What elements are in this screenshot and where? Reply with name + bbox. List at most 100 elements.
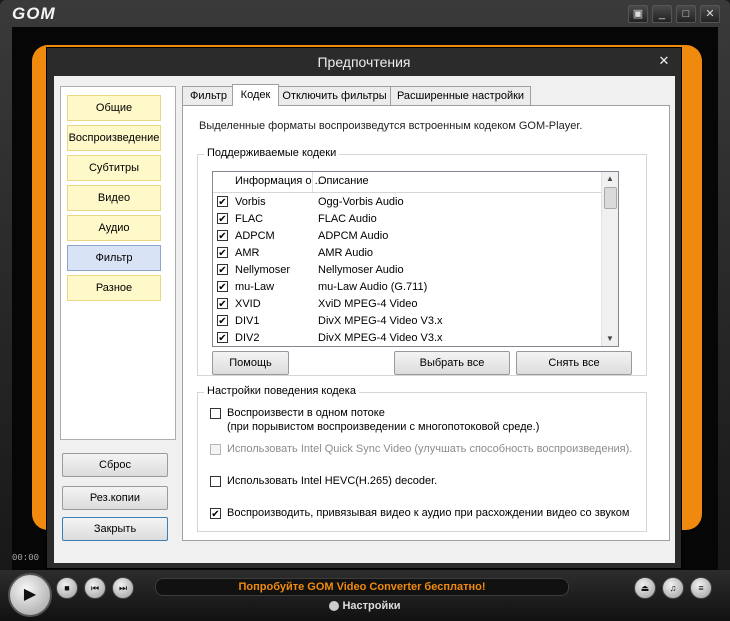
codec-name: mu-Law [235,281,275,293]
codec-name: Vorbis [235,196,266,208]
preferences-dialog: Предпочтения ✕ Общие Воспроизведение Суб… [46,47,682,569]
scroll-up-icon[interactable]: ▲ [602,172,618,186]
hevc-decoder-label: Использовать Intel HEVC(H.265) decoder. [227,475,438,487]
single-thread-label: Воспроизвести в одном потоке [227,407,385,419]
codec-description-cell: Ogg-Vorbis Audio [318,196,404,208]
codec-checkbox[interactable]: ✔ [217,264,228,276]
codec-name: ADPCM [235,230,275,242]
select-all-button[interactable]: Выбрать все [394,351,510,375]
codec-row[interactable]: ✔ mu-Law mu-Law Audio (G.711) [213,279,603,296]
codec-description-cell: AMR Audio [318,247,374,259]
scroll-thumb[interactable] [604,187,617,209]
scroll-down-icon[interactable]: ▼ [602,332,618,346]
minimize-icon[interactable]: _ [652,5,672,23]
supported-codecs-label: Поддерживаемые кодеки [204,147,340,159]
codec-description-cell: FLAC Audio [318,213,377,225]
codec-description-cell: DivX MPEG-4 Video V3.x [318,315,443,327]
dialog-client: Общие Воспроизведение Субтитры Видео Ауд… [54,76,675,563]
stop-icon[interactable]: ■ [56,577,78,599]
playlist-icon[interactable]: ≡ [690,577,712,599]
codec-list[interactable]: Информация о ... Описание ✔ Vorbis Ogg-Vor… [212,171,619,347]
category-general[interactable]: Общие [67,95,161,121]
codec-row[interactable]: ✔ Vorbis Ogg-Vorbis Audio [213,194,603,211]
codec-description-cell: XviD MPEG-4 Video [318,298,418,310]
codec-behavior-group: Настройки поведения кодека Воспроизвести… [197,385,647,532]
maximize-icon[interactable]: □ [676,5,696,23]
eject-icon[interactable]: ⏏ [634,577,656,599]
codec-checkbox[interactable]: ✔ [217,298,228,310]
codec-checkbox[interactable]: ✔ [217,196,228,208]
av-sync-label: Воспроизводить, привязывая видео к аудио… [227,507,630,519]
codec-description-cell: DivX MPEG-4 Video V3.x [318,332,443,344]
single-thread-checkbox[interactable] [210,408,221,419]
hevc-decoder-checkbox[interactable] [210,476,221,487]
promo-banner[interactable]: Попробуйте GOM Video Converter бесплатно… [155,578,569,596]
codec-description: Выделенные форматы воспроизведутся встро… [199,120,583,132]
tab-codec[interactable]: Кодек [232,84,279,106]
tab-filter[interactable]: Фильтр [182,86,235,105]
codec-name: FLAC [235,213,264,225]
gom-player-window: GOM ▣ _ □ ✕ 00:00 Предпочтения ✕ Общие В… [0,0,730,621]
app-logo: GOM [12,4,56,23]
codec-row[interactable]: ✔ AMR AMR Audio [213,245,603,262]
tab-advanced-settings[interactable]: Расширенные настройки [390,86,531,105]
settings-label: Настройки [342,600,401,612]
help-button[interactable]: Помощь [212,351,289,375]
column-divider[interactable] [312,172,313,192]
settings-toggle[interactable]: Настройки [0,600,730,612]
codec-description-cell: Nellymoser Audio [318,264,404,276]
codec-behavior-label: Настройки поведения кодека [204,385,359,397]
category-playback[interactable]: Воспроизведение [67,125,161,151]
codec-name: DIV2 [235,332,260,344]
close-button[interactable]: Закрыть [62,517,168,541]
column-header-description[interactable]: Описание [318,175,369,187]
category-subtitles[interactable]: Субтитры [67,155,161,181]
close-icon[interactable]: ✕ [700,5,720,23]
codec-name: XVID [235,298,261,310]
gear-icon [329,601,340,612]
codec-row[interactable]: ✔ XVID XviD MPEG-4 Video [213,296,603,313]
av-sync-checkbox[interactable]: ✔ [210,508,221,520]
codec-checkbox[interactable]: ✔ [217,315,228,327]
column-header-info[interactable]: Информация о ... [235,175,324,187]
audio-icon[interactable]: ♫ [662,577,684,599]
tab-disable-filters[interactable]: Отключить фильтры [276,86,393,105]
codec-row[interactable]: ✔ Nellymoser Nellymoser Audio [213,262,603,279]
dialog-title: Предпочтения [317,54,411,70]
codec-name: DIV1 [235,315,260,327]
deselect-all-button[interactable]: Снять все [516,351,632,375]
codec-checkbox[interactable]: ✔ [217,281,228,293]
timecode: 00:00 [12,553,40,563]
next-icon[interactable]: ⏭ [112,577,134,599]
category-filter[interactable]: Фильтр [67,245,161,271]
tray-icon[interactable]: ▣ [628,5,648,23]
quick-sync-label: Использовать Intel Quick Sync Video (улу… [227,443,633,455]
category-list: Общие Воспроизведение Субтитры Видео Ауд… [60,86,176,440]
backup-button[interactable]: Рез.копии [62,486,168,510]
codec-checkbox[interactable]: ✔ [217,332,228,344]
codec-description-cell: ADPCM Audio [318,230,389,242]
codec-name: Nellymoser [235,264,291,276]
codec-list-scrollbar[interactable]: ▲ ▼ [601,172,618,346]
supported-codecs-group: Поддерживаемые кодеки Информация о ... О… [197,147,647,376]
codec-checkbox[interactable]: ✔ [217,213,228,225]
category-audio[interactable]: Аудио [67,215,161,241]
quick-sync-checkbox [210,444,221,455]
codec-checkbox[interactable]: ✔ [217,247,228,259]
category-misc[interactable]: Разное [67,275,161,301]
window-controls: ▣ _ □ ✕ [628,5,720,23]
category-video[interactable]: Видео [67,185,161,211]
single-thread-hint: (при порывистом воспроизведении с многоп… [227,421,540,433]
codec-row[interactable]: ✔ ADPCM ADPCM Audio [213,228,603,245]
codec-description-cell: mu-Law Audio (G.711) [318,281,428,293]
player-controls: ▶ ■ ⏮ ⏭ Попробуйте GOM Video Converter б… [0,570,730,621]
codec-row[interactable]: ✔ FLAC FLAC Audio [213,211,603,228]
dialog-close-button[interactable]: ✕ [653,52,675,70]
codec-tab-pane: Выделенные форматы воспроизведутся встро… [182,105,670,541]
reset-button[interactable]: Сброс [62,453,168,477]
codec-name: AMR [235,247,260,259]
codec-checkbox[interactable]: ✔ [217,230,228,242]
codec-row[interactable]: ✔ DIV2 DivX MPEG-4 Video V3.x [213,330,603,346]
previous-icon[interactable]: ⏮ [84,577,106,599]
codec-row[interactable]: ✔ DIV1 DivX MPEG-4 Video V3.x [213,313,603,330]
